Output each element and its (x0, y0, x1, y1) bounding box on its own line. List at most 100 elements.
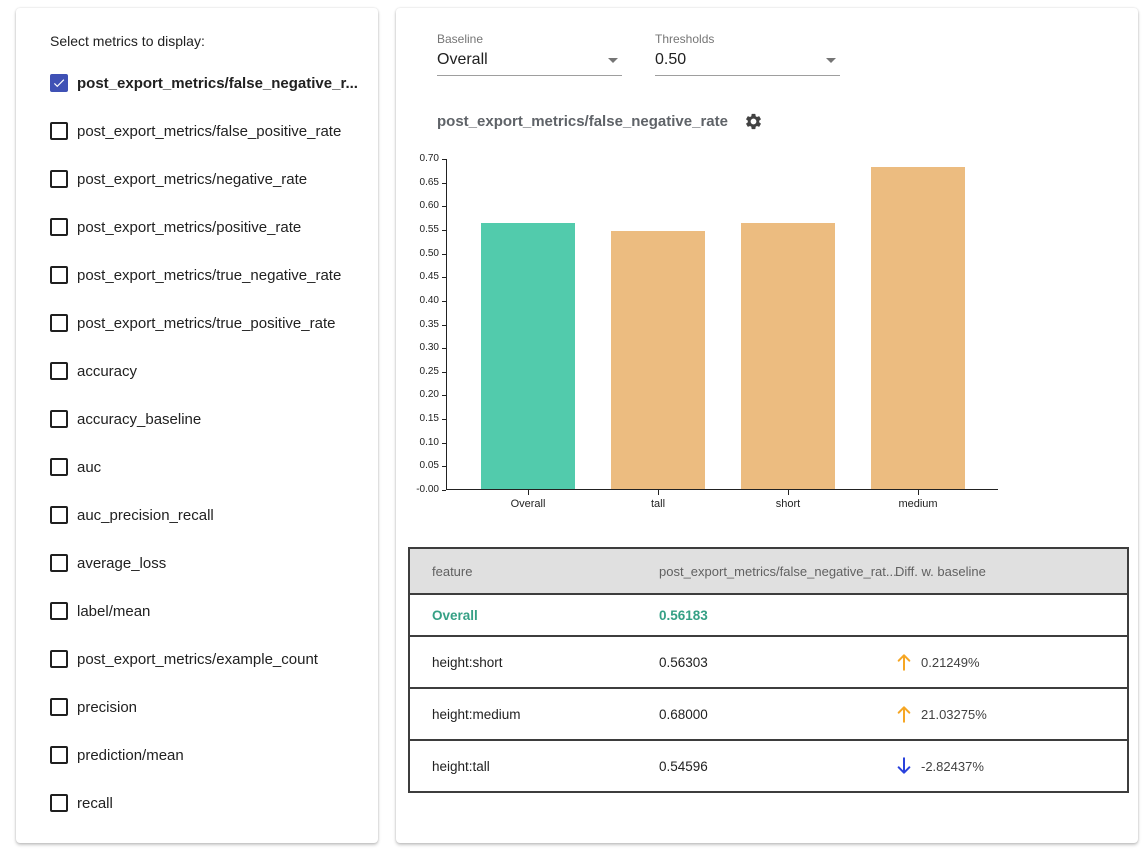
metric-label: post_export_metrics/true_positive_rate (77, 315, 335, 332)
metric-label: precision (77, 699, 137, 716)
chart-header: post_export_metrics/false_negative_rate (437, 112, 1138, 131)
y-axis-tick-label: 0.40 (420, 296, 439, 306)
checkbox-unchecked-icon[interactable] (50, 170, 68, 188)
bar-Overall[interactable] (481, 223, 575, 489)
metric-label: recall (77, 795, 113, 812)
feature-cell: height:medium (432, 707, 659, 722)
metric-checkbox-item[interactable]: post_export_metrics/negative_rate (50, 167, 378, 191)
checkbox-unchecked-icon[interactable] (50, 458, 68, 476)
table-row-height-medium[interactable]: height:medium0.68000 21.03275% (410, 687, 1127, 739)
y-axis-tick-label: 0.05 (420, 461, 439, 471)
y-axis-tick-label: 0.55 (420, 225, 439, 235)
feature-cell: Overall (432, 608, 659, 623)
thresholds-dropdown[interactable]: Thresholds 0.50 (655, 32, 840, 76)
checkbox-unchecked-icon[interactable] (50, 746, 68, 764)
chevron-down-icon (608, 58, 618, 63)
metric-checkbox-item[interactable]: auc (50, 455, 378, 479)
plot-area: Overalltallshortmedium (446, 159, 998, 490)
metric-checkbox-item[interactable]: auc_precision_recall (50, 503, 378, 527)
y-axis-tick-label: 0.60 (420, 201, 439, 211)
checkbox-checked-icon[interactable] (50, 74, 68, 92)
metric-checkbox-item[interactable]: label/mean (50, 599, 378, 623)
checkbox-unchecked-icon[interactable] (50, 554, 68, 572)
metric-checkbox-item[interactable]: post_export_metrics/true_negative_rate (50, 263, 378, 287)
metric-value-cell: 0.56303 (659, 655, 895, 670)
x-axis-tick-mark (528, 490, 529, 495)
bar-chart: 0.700.650.600.550.500.450.400.350.300.25… (416, 159, 1138, 531)
x-axis-tick-label: short (776, 498, 800, 510)
checkbox-unchecked-icon[interactable] (50, 506, 68, 524)
bar-tall[interactable] (611, 231, 705, 489)
table-row-height-short[interactable]: height:short0.563030.21249% (410, 635, 1127, 687)
table-row-Overall[interactable]: Overall0.56183 (410, 593, 1127, 635)
x-axis-tick-label: Overall (511, 498, 546, 510)
metric-label: auc_precision_recall (77, 507, 214, 524)
x-axis-tick-label: medium (898, 498, 937, 510)
y-axis: 0.700.650.600.550.500.450.400.350.300.25… (416, 159, 446, 490)
metric-value-cell: 0.68000 (659, 707, 895, 722)
baseline-dropdown-label: Baseline (437, 32, 622, 46)
metrics-table: feature post_export_metrics/false_negati… (408, 547, 1129, 793)
column-header-metric: post_export_metrics/false_negative_rat..… (659, 564, 895, 579)
metrics-display-panel: Baseline Overall Thresholds 0.50 post_ex… (396, 8, 1138, 843)
metric-list: post_export_metrics/false_negative_r...p… (50, 71, 378, 815)
x-axis-tick-label: tall (651, 498, 665, 510)
metric-checkbox-item[interactable]: accuracy (50, 359, 378, 383)
table-header-row: feature post_export_metrics/false_negati… (410, 549, 1127, 593)
y-axis-tick-label: 0.65 (420, 178, 439, 188)
checkbox-unchecked-icon[interactable] (50, 602, 68, 620)
diff-percent-label: 0.21249% (921, 655, 980, 670)
baseline-dropdown[interactable]: Baseline Overall (437, 32, 622, 76)
diff-cell: 21.03275% (895, 704, 1127, 724)
x-axis-tick-mark (658, 490, 659, 495)
feature-cell: height:tall (432, 759, 659, 774)
y-axis-tick-label: 0.15 (420, 414, 439, 424)
metric-label: post_export_metrics/positive_rate (77, 219, 301, 236)
checkbox-unchecked-icon[interactable] (50, 698, 68, 716)
diff-percent-label: 21.03275% (921, 707, 987, 722)
table-row-height-tall[interactable]: height:tall0.54596-2.82437% (410, 739, 1127, 791)
metric-label: post_export_metrics/example_count (77, 651, 318, 668)
metric-selector-panel: Select metrics to display: post_export_m… (16, 8, 378, 843)
column-header-diff: Diff. w. baseline (895, 564, 1127, 579)
metric-checkbox-item[interactable]: average_loss (50, 551, 378, 575)
metric-checkbox-item[interactable]: post_export_metrics/example_count (50, 647, 378, 671)
metric-checkbox-item[interactable]: post_export_metrics/false_negative_r... (50, 71, 378, 95)
metric-label: post_export_metrics/false_positive_rate (77, 123, 341, 140)
checkbox-unchecked-icon[interactable] (50, 218, 68, 236)
checkbox-unchecked-icon[interactable] (50, 410, 68, 428)
metric-checkbox-item[interactable]: post_export_metrics/positive_rate (50, 215, 378, 239)
metric-label: prediction/mean (77, 747, 184, 764)
y-axis-tick-label: -0.00 (416, 485, 439, 495)
thresholds-dropdown-label: Thresholds (655, 32, 840, 46)
y-axis-tick-label: 0.20 (420, 390, 439, 400)
arrow-up-icon (895, 652, 913, 672)
metric-checkbox-item[interactable]: precision (50, 695, 378, 719)
checkbox-unchecked-icon[interactable] (50, 314, 68, 332)
y-axis-tick-label: 0.45 (420, 272, 439, 282)
metric-checkbox-item[interactable]: accuracy_baseline (50, 407, 378, 431)
y-axis-tick-label: 0.50 (420, 249, 439, 259)
checkbox-unchecked-icon[interactable] (50, 362, 68, 380)
y-axis-tick-label: 0.30 (420, 343, 439, 353)
checkbox-unchecked-icon[interactable] (50, 266, 68, 284)
bar-short[interactable] (741, 223, 835, 489)
metric-label: post_export_metrics/negative_rate (77, 171, 307, 188)
metric-label: label/mean (77, 603, 150, 620)
gear-icon[interactable] (744, 112, 763, 131)
checkbox-unchecked-icon[interactable] (50, 794, 68, 812)
metric-checkbox-item[interactable]: post_export_metrics/true_positive_rate (50, 311, 378, 335)
bar-medium[interactable] (871, 167, 965, 489)
metric-label: accuracy (77, 363, 137, 380)
metric-checkbox-item[interactable]: post_export_metrics/false_positive_rate (50, 119, 378, 143)
baseline-dropdown-value: Overall (437, 51, 488, 69)
metric-selector-title: Select metrics to display: (50, 33, 378, 49)
metric-checkbox-item[interactable]: recall (50, 791, 378, 815)
metric-checkbox-item[interactable]: prediction/mean (50, 743, 378, 767)
metric-label: auc (77, 459, 101, 476)
checkbox-unchecked-icon[interactable] (50, 122, 68, 140)
y-axis-tick-label: 0.70 (420, 154, 439, 164)
chart-title: post_export_metrics/false_negative_rate (437, 113, 728, 130)
checkbox-unchecked-icon[interactable] (50, 650, 68, 668)
arrow-up-icon (895, 704, 913, 724)
